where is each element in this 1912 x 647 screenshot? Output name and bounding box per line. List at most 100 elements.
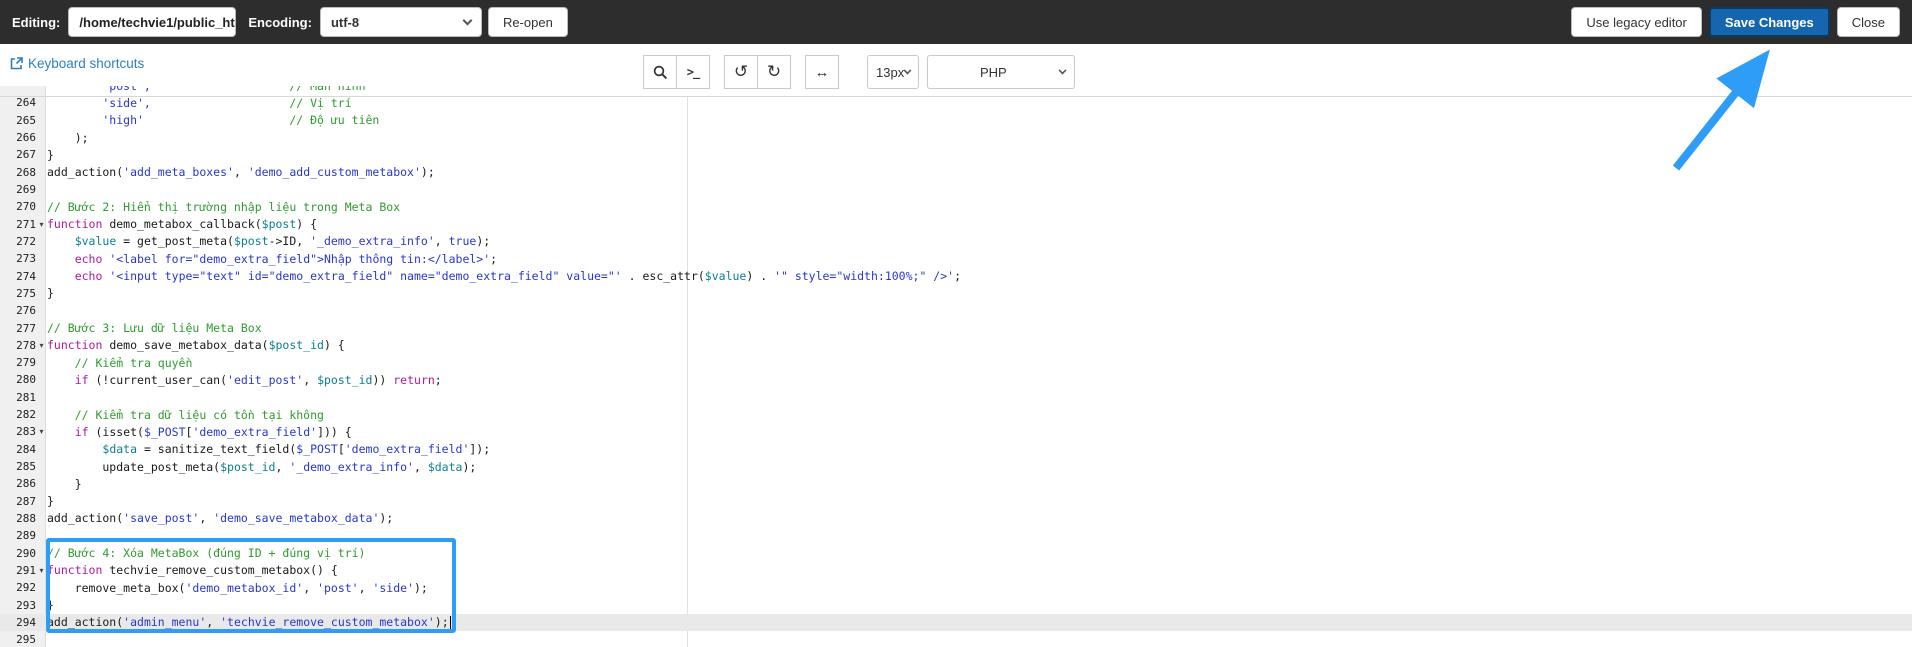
code-line-272[interactable]: 272 $value = get_post_meta($post->ID, '_… [0,233,1912,250]
line-number: 289 [16,529,36,543]
line-number: 271 [16,217,36,231]
line-number: 278 [16,338,36,352]
redo-icon: ↻ [766,62,782,81]
code-text: // Bước 2: Hiển thị trường nhập liệu tro… [47,199,401,214]
line-number: 274 [16,269,36,283]
code-text: 'high' // Độ ưu tiên [47,113,380,128]
fold-arrow-icon[interactable]: ▾ [36,341,47,350]
save-changes-button[interactable]: Save Changes [1708,7,1830,37]
line-number: 283 [16,425,36,439]
code-line-275[interactable]: 275} [0,285,1912,302]
code-text: add_action('admin_menu', 'techvie_remove… [47,615,452,630]
code-line-267[interactable]: 267} [0,146,1912,163]
code-line-266[interactable]: 266 ); [0,129,1912,146]
line-number: 284 [16,442,36,456]
code-text: } [47,147,54,162]
line-number: 268 [16,165,36,179]
line-number: 266 [16,131,36,145]
code-line-287[interactable]: 287} [0,493,1912,510]
use-legacy-editor-button[interactable]: Use legacy editor [1571,7,1702,37]
text-cursor [449,616,452,630]
code-line-283[interactable]: 283 ▾ if (isset($_POST['demo_extra_field'… [0,423,1912,440]
terminal-icon: >_ [686,65,700,79]
chevron-down-icon [903,66,912,75]
search-icon [653,65,667,79]
line-number: 267 [16,148,36,162]
code-text: ); [47,130,89,145]
fold-arrow-icon[interactable]: ▾ [36,220,47,229]
code-line-270[interactable]: 270 // Bước 2: Hiển thị trường nhập liệu … [0,198,1912,215]
toolbar-separator [0,96,1912,97]
keyboard-shortcuts-link[interactable]: Keyboard shortcuts [10,56,144,71]
code-line-277[interactable]: 277 // Bước 3: Lưu dữ liệu Meta Box [0,319,1912,336]
fold-arrow-icon[interactable]: ▾ [36,566,47,575]
whitespace-width-button[interactable]: ↔ [805,55,839,89]
line-number: 282 [16,408,36,422]
encoding-select[interactable]: utf-8 [319,7,482,37]
code-line-288[interactable]: 288 add_action('save_post', 'demo_save_me… [0,510,1912,527]
code-text: if (isset($_POST['demo_extra_field'])) { [74,424,352,439]
code-line-278[interactable]: 278 ▾ function demo_save_metabox_data($pos… [0,337,1912,354]
keyboard-shortcuts-label: Keyboard shortcuts [28,56,145,71]
fold-arrow-icon[interactable]: ▾ [36,427,47,436]
font-size-select[interactable]: 13px [867,55,919,89]
code-line-268[interactable]: 268 add_action('add_meta_boxes', 'demo_ad… [0,164,1912,181]
code-line-285[interactable]: 285 update_post_meta($post_id, '_demo_ex… [0,458,1912,475]
code-line-279[interactable]: 279 // Kiểm tra quyền [0,354,1912,371]
code-line-292[interactable]: 292 remove_meta_box('demo_metabox_id', '… [0,579,1912,596]
code-line-289[interactable]: 289 [0,527,1912,544]
code-line-286[interactable]: 286 } [0,475,1912,492]
search-button[interactable] [643,55,677,89]
font-size-value: 13px [876,64,905,80]
code-line-280[interactable]: 280 if (!current_user_can('edit_post', $… [0,371,1912,388]
redo-button[interactable]: ↻ [757,55,791,89]
chevron-down-icon [462,15,473,25]
code-line-271[interactable]: 271 ▾ function demo_metabox_callback($post… [0,216,1912,233]
syntax-mode-value: PHP [980,64,1007,80]
line-number: 295 [16,633,36,647]
line-number: 292 [16,581,36,595]
encoding-label: Encoding: [248,14,312,30]
file-path-field[interactable]: /home/techvie1/public_ht [68,7,237,37]
external-link-icon [10,57,23,70]
line-number: 276 [16,304,36,318]
code-text: // Bước 3: Lưu dữ liệu Meta Box [47,321,262,336]
chevron-down-icon [1058,66,1067,75]
code-line-274[interactable]: 274 echo '<input type="text" id="demo_ex… [0,267,1912,284]
close-button[interactable]: Close [1836,7,1900,37]
code-line-269[interactable]: 269 [0,181,1912,198]
line-number: 272 [16,234,36,248]
code-line-265[interactable]: 265 'high' // Độ ưu tiên [0,112,1912,129]
code-line-276[interactable]: 276 [0,302,1912,319]
code-line-290[interactable]: 290 // Bước 4: Xóa MetaBox (đúng ID + đún… [0,544,1912,561]
syntax-mode-select[interactable]: PHP [927,55,1075,89]
code-line-284[interactable]: 284 $data = sanitize_text_field($_POST['… [0,441,1912,458]
undo-button[interactable]: ↺ [724,55,758,89]
code-text: // Bước 4: Xóa MetaBox (đúng ID + đúng v… [47,546,366,561]
code-text: if (!current_user_can('edit_post', $post… [74,372,442,387]
code-text: // Kiểm tra quyền [74,355,193,370]
code-line-295[interactable]: 295 [0,631,1912,647]
reopen-button[interactable]: Re-open [487,7,568,37]
line-number: 293 [16,598,36,612]
code-line-293[interactable]: 293} [0,596,1912,613]
line-number: 273 [16,252,36,266]
code-text: echo '<input type="text" id="demo_extra_… [74,269,961,284]
line-number: 290 [16,546,36,560]
line-number: 294 [16,615,36,629]
code-line-281[interactable]: 281 [0,389,1912,406]
line-number: 270 [16,200,36,214]
terminal-button[interactable]: >_ [676,55,710,89]
code-line-282[interactable]: 282 // Kiểm tra dữ liệu có tồn tại không [0,406,1912,423]
code-line-294[interactable]: 294 add_action('admin_menu', 'techvie_rem… [0,613,1912,631]
code-text: echo '<label for="demo_extra_field">Nhập… [74,251,498,266]
code-line-291[interactable]: 291 ▾ function techvie_remove_custom_metab… [0,562,1912,579]
code-line-273[interactable]: 273 echo '<label for="demo_extra_field">… [0,250,1912,267]
code-text: $data = sanitize_text_field($_POST['demo… [102,442,491,457]
code-editor-area[interactable]: 'post', // Màn hình264 'side', // Vị trí… [0,77,1912,647]
line-number: 275 [16,286,36,300]
line-number: 279 [16,356,36,370]
code-text: remove_meta_box('demo_metabox_id', 'post… [47,580,428,595]
code-text: } [47,476,82,491]
code-text: // Kiểm tra dữ liệu có tồn tại không [74,407,324,422]
